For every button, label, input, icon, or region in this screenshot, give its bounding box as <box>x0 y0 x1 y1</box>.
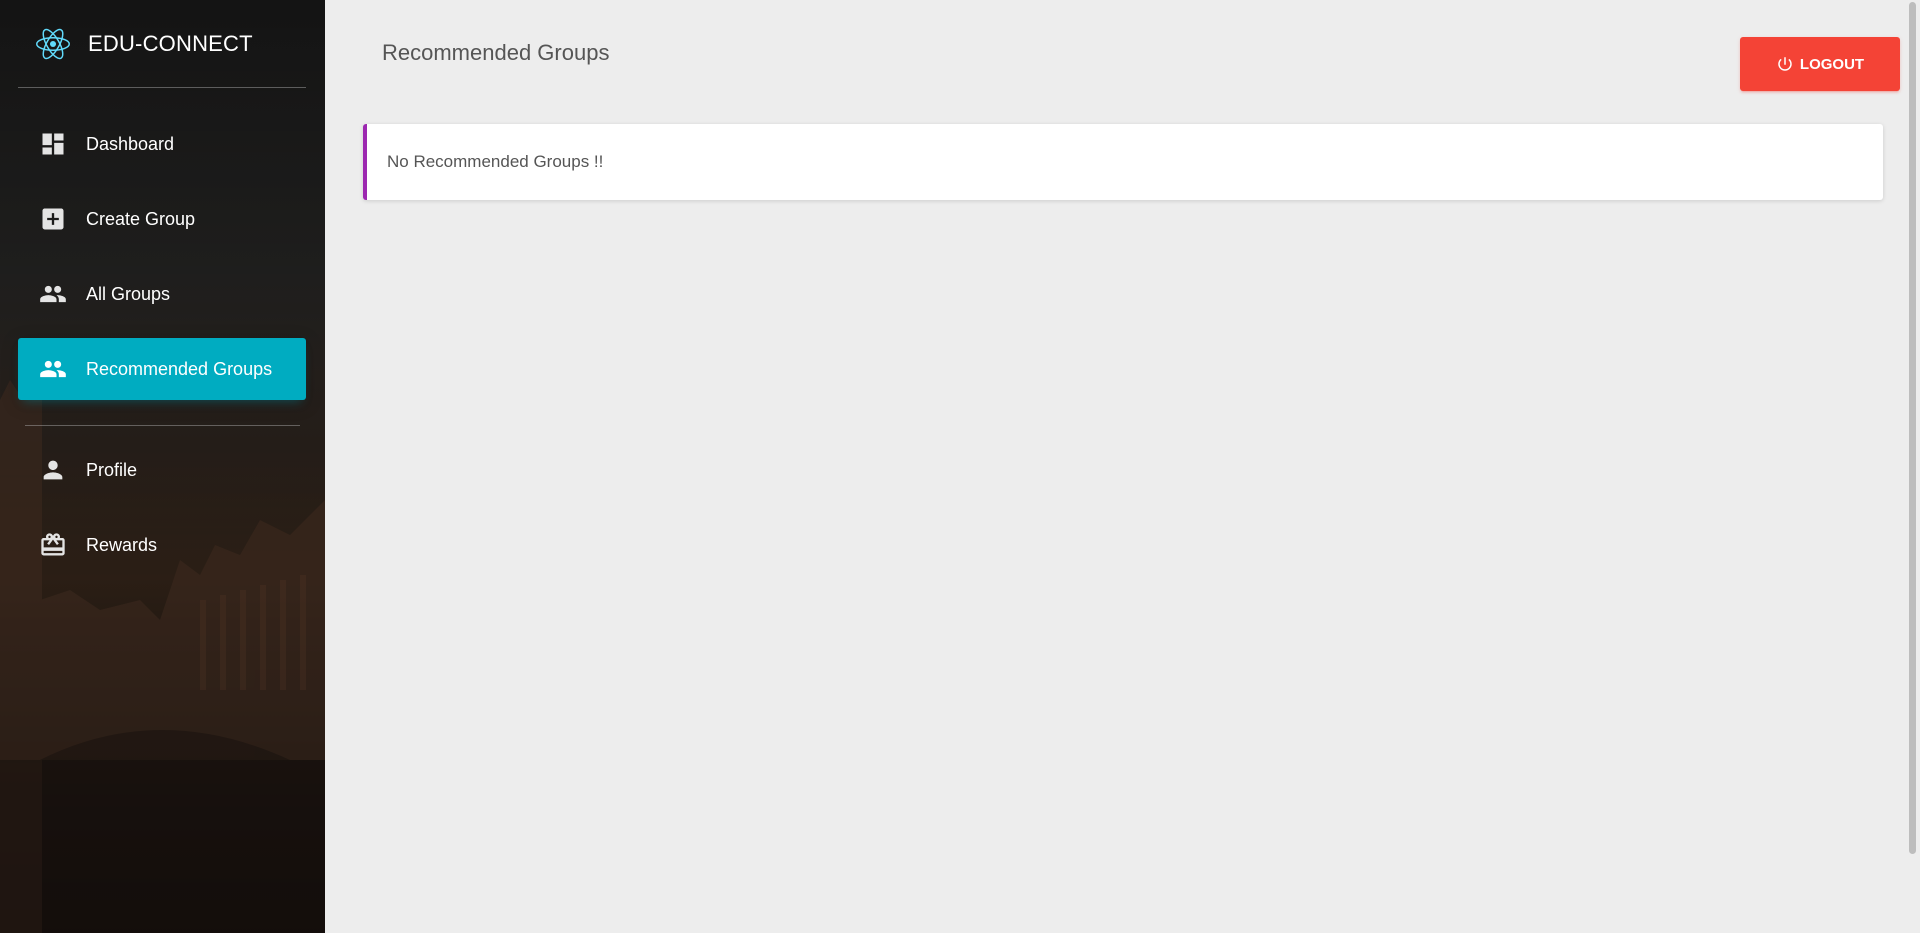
people-icon <box>38 354 68 384</box>
sidebar-item-rewards[interactable]: Rewards <box>18 514 306 576</box>
sidebar-item-label: Rewards <box>86 534 158 555</box>
sidebar-item-create-group[interactable]: Create Group <box>18 188 306 250</box>
sidebar-item-profile[interactable]: Profile <box>18 439 306 501</box>
dashboard-icon <box>38 129 68 159</box>
sidebar-item-recommended-groups[interactable]: Recommended Groups <box>18 338 306 400</box>
sidebar: EDU-CONNECT Dashboard Create Group All G… <box>0 0 325 933</box>
sidebar-divider <box>18 87 306 88</box>
page-title: Recommended Groups <box>382 40 610 65</box>
sidebar-item-dashboard[interactable]: Dashboard <box>18 113 306 175</box>
card-giftcard-icon <box>38 530 68 560</box>
people-icon <box>38 279 68 309</box>
scrollbar-thumb[interactable] <box>1909 2 1916 854</box>
sidebar-divider <box>25 425 300 426</box>
main-content: Recommended Groups LOGOUT No Recommended… <box>325 0 1920 933</box>
person-icon <box>38 455 68 485</box>
sidebar-item-label: Dashboard <box>86 133 175 154</box>
sidebar-item-label: Create Group <box>86 208 196 229</box>
sidebar-item-label: Profile <box>86 459 138 480</box>
power-icon <box>1778 57 1792 71</box>
sidebar-item-label: All Groups <box>86 283 171 304</box>
logout-button[interactable]: LOGOUT <box>1740 37 1900 91</box>
add-box-icon <box>38 204 68 234</box>
empty-state-card: No Recommended Groups !! <box>363 124 1883 200</box>
react-atom-icon <box>36 28 70 59</box>
brand[interactable]: EDU-CONNECT <box>18 0 306 87</box>
sidebar-item-label: Recommended Groups <box>86 358 273 379</box>
sidebar-item-all-groups[interactable]: All Groups <box>18 263 306 325</box>
empty-state-message: No Recommended Groups !! <box>387 152 604 171</box>
brand-name: EDU-CONNECT <box>88 30 253 56</box>
app-root: EDU-CONNECT Dashboard Create Group All G… <box>0 0 1920 933</box>
logout-label: LOGOUT <box>1799 55 1865 73</box>
